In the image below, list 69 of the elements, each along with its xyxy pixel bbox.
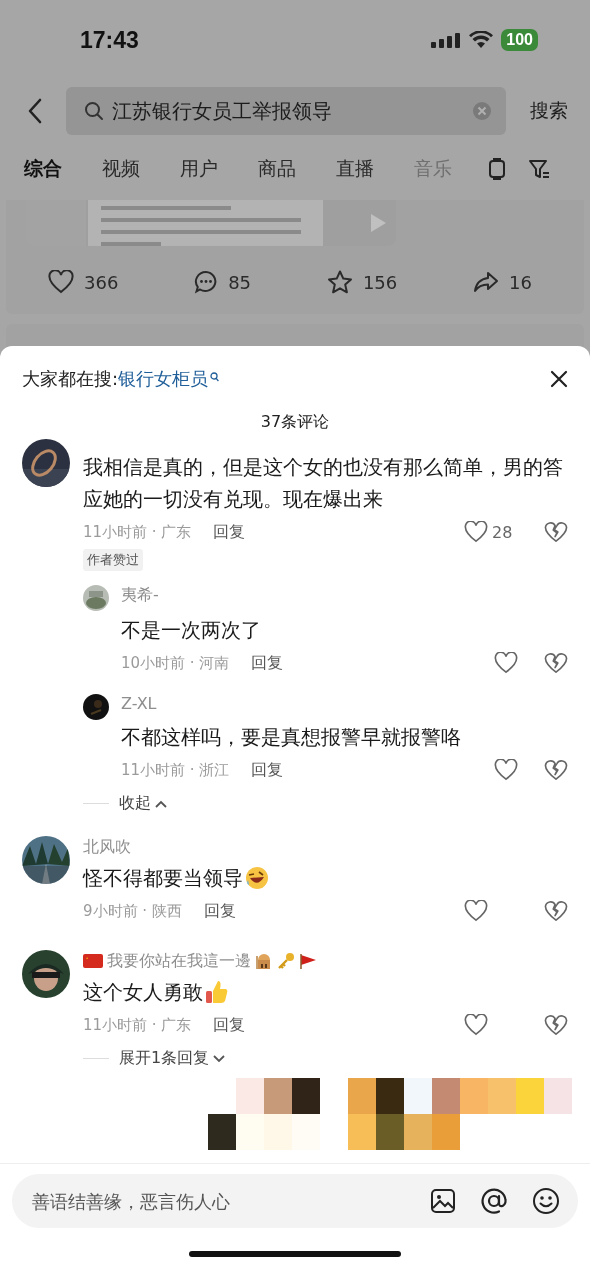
tab[interactable]: 商品 — [258, 152, 296, 186]
heart-icon[interactable] — [464, 900, 488, 922]
search-bar[interactable]: 江苏银行女员工举报领导 — [66, 87, 506, 135]
collapse-replies-button[interactable]: 收起 — [119, 793, 167, 814]
action-count: 366 — [84, 271, 119, 293]
search-input[interactable]: 江苏银行女员工举报领导 — [110, 98, 466, 124]
reply-text: 不都这样吗，要是真想报警早就报警咯 — [121, 724, 462, 751]
action-count: 85 — [228, 271, 252, 293]
reply-button[interactable]: 回复 — [203, 900, 236, 922]
star-icon[interactable] — [326, 270, 353, 294]
tab[interactable]: 用户 — [180, 152, 218, 186]
comment-time: 10小时前 · 河南 — [121, 653, 230, 673]
username[interactable]: 夷希- — [121, 585, 568, 606]
comment-time: 11小时前 · 广东 — [83, 1015, 192, 1035]
search-button[interactable]: 搜索 — [520, 98, 568, 124]
filter-icon[interactable] — [528, 158, 550, 180]
broken-heart-icon[interactable] — [544, 759, 568, 781]
username[interactable]: Z-XL — [121, 694, 568, 713]
comment-time: 11小时前 · 浙江 — [121, 760, 230, 780]
action-count: 156 — [362, 271, 398, 293]
back-icon[interactable] — [28, 98, 42, 124]
username[interactable]: 我要你站在我這一邊 — [107, 950, 251, 972]
comment-time: 11小时前 · 广东 — [83, 522, 192, 542]
comment-text: 怪不得都要当领导 — [83, 865, 243, 892]
broken-heart-icon[interactable] — [544, 652, 568, 674]
trending-label: 大家都在搜: — [22, 367, 119, 391]
comment-count: 37条评论 — [259, 412, 331, 433]
reply-button[interactable]: 回复 — [213, 521, 246, 543]
search-icon — [84, 101, 104, 121]
tablet-icon[interactable] — [488, 158, 506, 180]
author-liked-tag: 作者赞过 — [83, 549, 143, 571]
close-icon[interactable] — [550, 370, 568, 388]
heart-icon[interactable] — [48, 270, 74, 294]
action-count: 16 — [509, 271, 532, 293]
comment-text: 这个女人勇敢 — [83, 979, 203, 1006]
comment-text: 我相信是真的，但是这个女的也没有那么简单，男的答应她的一切没有兑现。现在爆出来 — [83, 454, 564, 513]
image-icon[interactable] — [430, 1188, 456, 1214]
chevron-icon — [213, 1054, 226, 1063]
broken-heart-icon[interactable] — [544, 1014, 568, 1036]
wifi-icon — [469, 31, 494, 49]
tab[interactable]: 视频 — [102, 152, 140, 186]
tab[interactable]: 综合 — [24, 152, 62, 186]
broken-heart-icon[interactable] — [544, 900, 568, 922]
like-count: 28 — [492, 522, 513, 542]
battery-level: 100 — [501, 29, 538, 51]
emoji-icon[interactable] — [532, 1187, 560, 1215]
comment-icon[interactable] — [194, 270, 219, 294]
heart-icon[interactable] — [494, 652, 518, 674]
comment-time: 9小时前 · 陕西 — [83, 901, 182, 921]
share-icon[interactable] — [473, 271, 500, 293]
search-icon — [210, 372, 220, 382]
reply-button[interactable]: 回复 — [251, 759, 284, 781]
comment-input[interactable]: 善语结善缘，恶言伤人心 — [30, 1189, 406, 1213]
reply-button[interactable]: 回复 — [213, 1014, 246, 1036]
chevron-icon — [155, 799, 167, 808]
broken-heart-icon[interactable] — [544, 521, 568, 543]
heart-icon[interactable] — [464, 521, 488, 543]
comment-bar[interactable]: 善语结善缘，恶言伤人心 — [12, 1174, 578, 1228]
trending-link[interactable]: 银行女柜员 — [118, 367, 209, 391]
reply-button[interactable]: 回复 — [251, 652, 284, 674]
heart-icon[interactable] — [464, 1014, 488, 1036]
mention-icon[interactable] — [480, 1187, 508, 1215]
signal-icon — [431, 32, 462, 48]
status-time: 17:43 — [80, 26, 139, 54]
reply-text: 不是一次两次了 — [121, 617, 262, 644]
username[interactable]: 北风吹 — [83, 836, 131, 858]
tab[interactable]: 直播 — [336, 152, 374, 186]
expand-replies-button[interactable]: 展开1条回复 — [119, 1048, 226, 1069]
heart-icon[interactable] — [494, 759, 518, 781]
